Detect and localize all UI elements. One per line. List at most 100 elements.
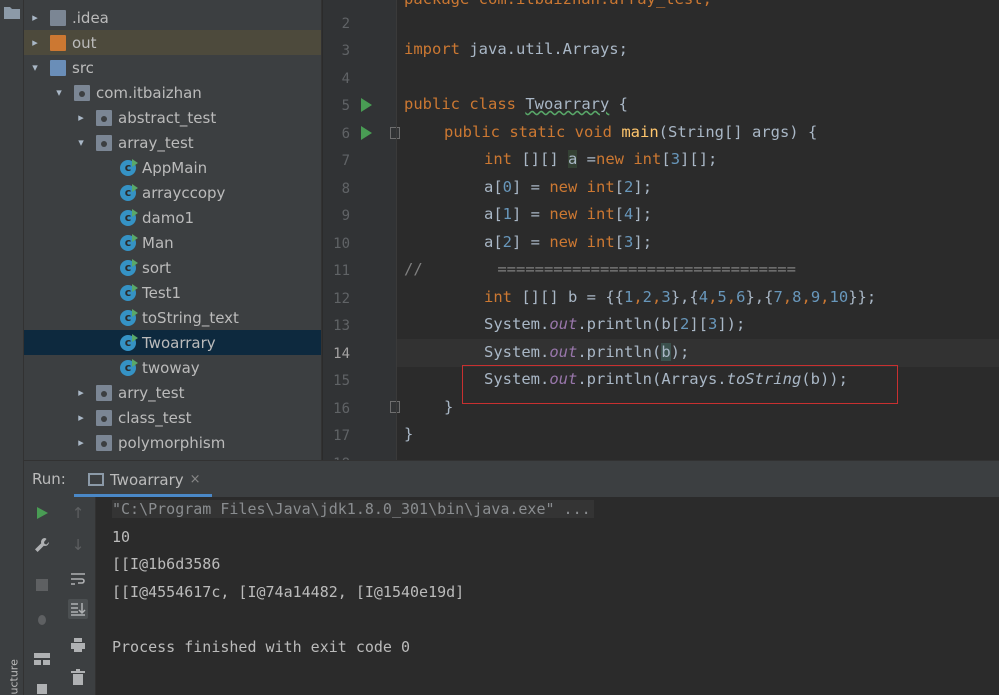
arrow-up-icon[interactable]: ↑ — [68, 503, 88, 523]
tree-item[interactable]: ▸ polymorphism — [24, 430, 321, 455]
type-keyword: int — [484, 288, 512, 306]
code-line-6: public static void main(String[] args) { — [444, 119, 817, 146]
type-keyword: int — [577, 205, 615, 223]
tree-item[interactable]: ▸ .idea — [24, 5, 321, 30]
tree-item[interactable]: c sort — [24, 255, 321, 280]
tree-item[interactable]: c twoway — [24, 355, 321, 380]
line-number: 10 — [333, 235, 350, 252]
tree-item[interactable]: c Man — [24, 230, 321, 255]
tree-item-label: damo1 — [142, 208, 195, 227]
number-literal: 1 — [623, 288, 634, 306]
tree-item[interactable]: c AppMain — [24, 155, 321, 180]
console-output[interactable]: "C:\Program Files\Java\jdk1.8.0_301\bin\… — [97, 497, 999, 695]
folder-icon — [50, 9, 66, 26]
tree-item[interactable]: ▸ abstract_test — [24, 105, 321, 130]
code-line-8: a[0] = new int[2]; — [484, 174, 652, 201]
tree-item-label: toString_text — [142, 308, 239, 327]
code-text: .println(b[ — [577, 315, 680, 333]
run-toolbar-secondary: ↑ ↓ — [60, 497, 96, 695]
chevron-right-icon[interactable]: ▸ — [74, 111, 88, 125]
code-line-7: int [][] a =new int[3][]; — [484, 146, 717, 173]
scroll-to-end-icon[interactable] — [68, 599, 88, 619]
chevron-right-icon[interactable]: ▸ — [74, 436, 88, 450]
arrow-down-icon[interactable]: ↓ — [68, 535, 88, 555]
static-field: out — [549, 315, 578, 333]
tree-item[interactable]: ▸ arry_test — [24, 380, 321, 405]
variable-a: a — [568, 150, 578, 168]
stop-icon[interactable] — [32, 575, 52, 595]
tree-item-label: class_test — [118, 408, 192, 427]
tree-item-label: abstract_test — [118, 108, 217, 127]
soft-wrap-icon[interactable] — [68, 569, 88, 589]
java-class-icon: c — [120, 258, 138, 276]
code-text: [][] b = {{ — [512, 288, 624, 306]
import-keyword: import — [404, 40, 460, 58]
chevron-down-icon[interactable]: ▾ — [28, 61, 42, 75]
close-icon[interactable]: × — [190, 472, 201, 487]
tree-item-label: Man — [142, 233, 174, 252]
pin-icon[interactable] — [32, 679, 52, 695]
code-text: [ — [661, 150, 671, 168]
line-number: 11 — [333, 263, 350, 279]
code-text: ]; — [633, 233, 653, 251]
tree-item[interactable]: ▸ class_test — [24, 405, 321, 430]
layout-icon[interactable] — [32, 649, 52, 669]
package-icon — [96, 409, 112, 426]
tree-item-label: array_test — [118, 133, 194, 152]
run-gutter-icon[interactable] — [361, 98, 372, 112]
chevron-down-icon[interactable]: ▾ — [52, 86, 66, 100]
number-literal: 3 — [670, 150, 681, 168]
code-editor[interactable]: 123456789101112131415161718 package com.… — [323, 0, 999, 460]
trash-icon[interactable] — [68, 667, 88, 687]
print-icon[interactable] — [68, 635, 88, 655]
tree-item[interactable]: c Twoarrary — [24, 330, 321, 355]
number-literal: 6 — [736, 288, 746, 306]
bug-icon[interactable] — [32, 609, 52, 629]
code-text: System. — [484, 315, 550, 333]
chevron-right-icon[interactable]: ▸ — [74, 386, 88, 400]
code-line-13: System.out.println(b[2][3]); — [484, 311, 745, 338]
chevron-right-icon[interactable]: ▸ — [28, 36, 42, 50]
number-literal: 2 — [679, 315, 690, 333]
code-line-14: System.out.println(b); — [484, 339, 689, 366]
code-text: ]; — [633, 205, 653, 223]
line-number: 1 — [323, 0, 350, 4]
console-line: [[I@4554617c, [I@74a14482, [I@1540e19d] — [112, 583, 465, 601]
code-line-5: public class Twoarrary { — [404, 91, 628, 118]
new-keyword: new — [549, 178, 578, 196]
tree-item[interactable]: ▾ array_test — [24, 130, 321, 155]
gutter-separator — [396, 0, 397, 460]
method-params: (String[] args) { — [658, 123, 818, 141]
rerun-icon[interactable] — [32, 503, 52, 523]
class-name: Twoarrary — [525, 95, 610, 113]
project-folder-icon[interactable] — [4, 6, 20, 19]
tree-item[interactable]: c Test1 — [24, 280, 321, 305]
java-class-icon: c — [120, 308, 138, 326]
chevron-right-icon[interactable]: ▸ — [74, 411, 88, 425]
chevron-right-icon[interactable]: ▸ — [28, 11, 42, 25]
chevron-down-icon[interactable]: ▾ — [74, 136, 88, 150]
package-icon — [74, 84, 90, 101]
project-tree[interactable]: ▸ .idea ▸ out ▾ src ▾ com.itbaizhan ▸ abstract_te… — [24, 0, 322, 460]
tree-item[interactable]: c damo1 — [24, 205, 321, 230]
fold-marker-icon[interactable] — [390, 401, 400, 413]
tree-item[interactable]: ▸ out — [24, 30, 321, 55]
tree-item[interactable]: c toString_text — [24, 305, 321, 330]
tree-item[interactable]: ▾ src — [24, 55, 321, 80]
java-class-icon: c — [120, 358, 138, 376]
wrench-icon[interactable] — [32, 535, 52, 555]
fold-marker-icon[interactable] — [390, 127, 400, 139]
tree-item[interactable]: c arrayccopy — [24, 180, 321, 205]
structure-tool-tab[interactable]: ucture — [8, 655, 21, 694]
code-text: a[ — [484, 233, 503, 251]
tree-item[interactable]: ▾ com.itbaizhan — [24, 80, 321, 105]
code-text: a[ — [484, 205, 503, 223]
method-name: main — [621, 123, 659, 141]
tree-item-label: arry_test — [118, 383, 185, 402]
run-gutter-icon[interactable] — [361, 126, 372, 140]
number-literal: 3 — [708, 315, 718, 333]
tab-twoarrary[interactable]: Twoarrary × — [74, 463, 214, 496]
brace: { — [609, 95, 628, 113]
package-icon — [96, 384, 112, 401]
code-line-10: a[2] = new int[3]; — [484, 229, 652, 256]
